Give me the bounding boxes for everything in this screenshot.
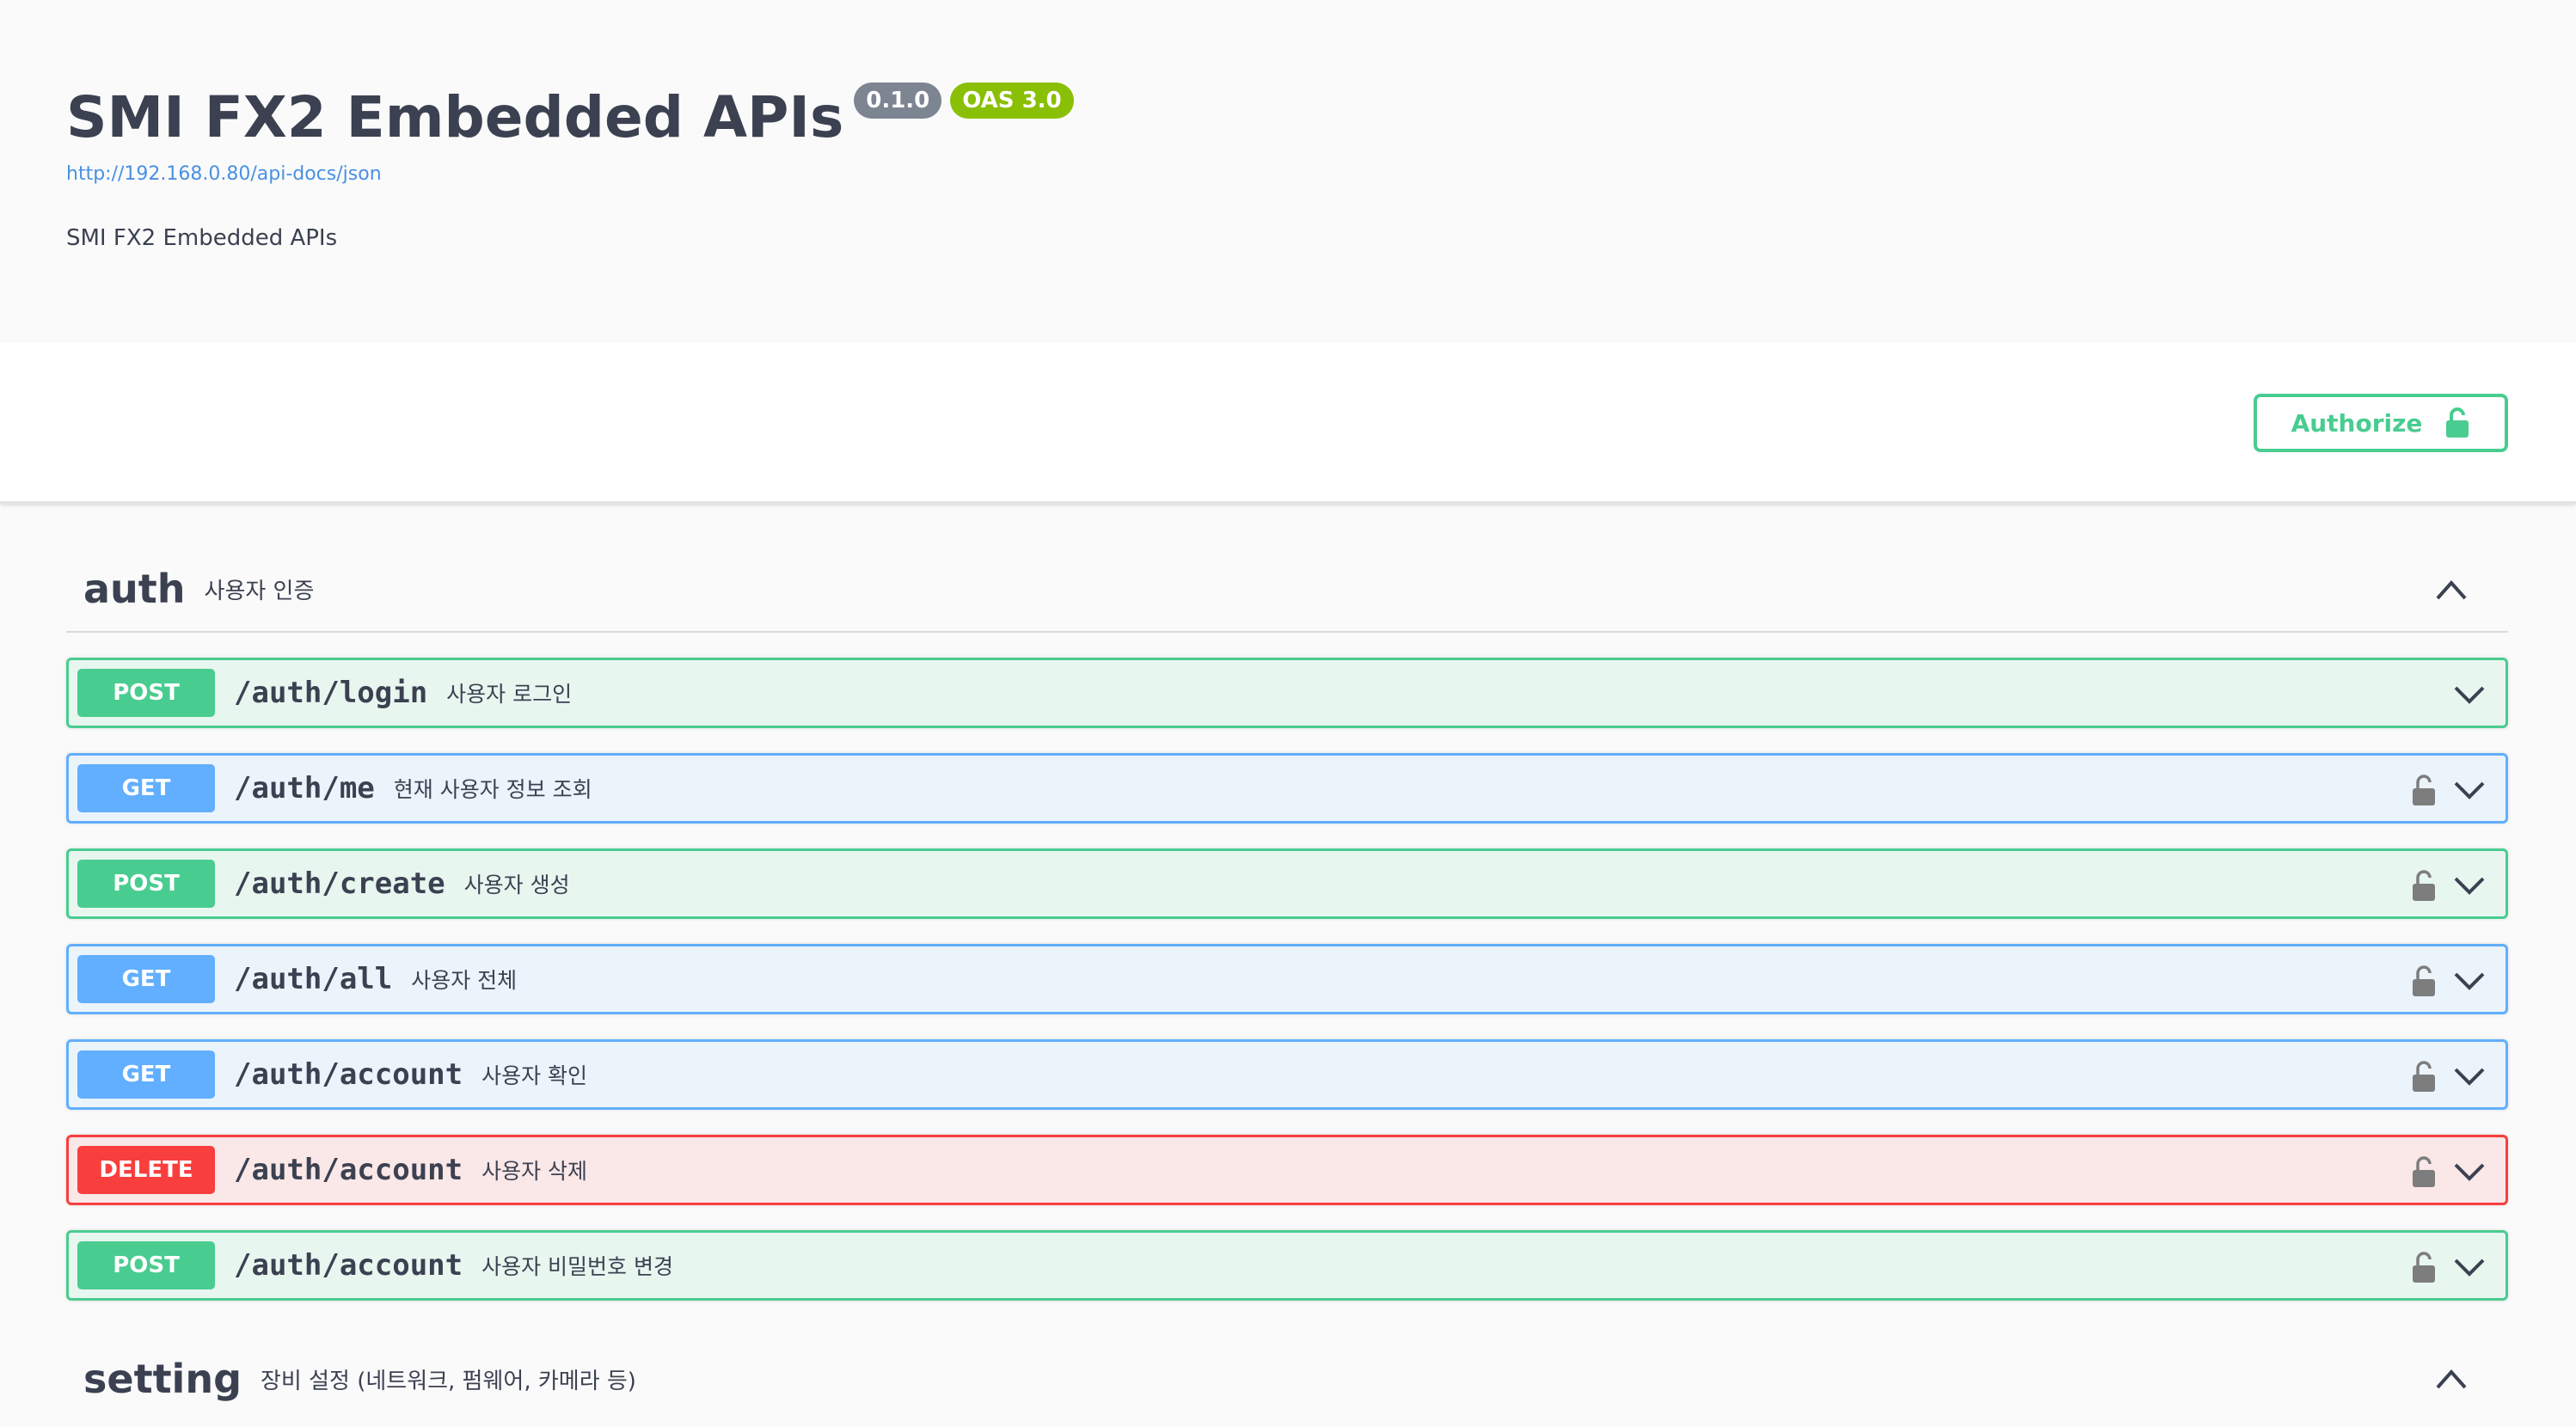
- op-post-auth-login[interactable]: POST /auth/login 사용자 로그인: [66, 658, 2508, 728]
- api-info: SMI FX2 Embedded APIs 0.1.0 OAS 3.0 http…: [0, 0, 2576, 342]
- op-path: /auth/me: [234, 771, 375, 805]
- chevron-down-icon[interactable]: [2452, 1253, 2487, 1281]
- tag-description: 장비 설정 (네트워크, 펌웨어, 카메라 등): [261, 1368, 636, 1394]
- unlock-icon[interactable]: [2411, 868, 2437, 903]
- op-summary: 사용자 전체: [411, 968, 518, 993]
- chevron-down-icon[interactable]: [2452, 872, 2487, 899]
- op-summary: 사용자 삭제: [481, 1159, 588, 1184]
- version-badge: 0.1.0: [854, 83, 942, 119]
- chevron-up-icon[interactable]: [2434, 1363, 2469, 1394]
- unlock-icon[interactable]: [2411, 964, 2437, 998]
- chevron-down-icon[interactable]: [2452, 1063, 2487, 1090]
- method-badge: DELETE: [77, 1146, 215, 1194]
- spec-url-link[interactable]: http://192.168.0.80/api-docs/json: [66, 163, 382, 185]
- tag-name: auth: [83, 566, 186, 612]
- unlock-icon[interactable]: [2411, 1250, 2437, 1284]
- op-path: /auth/account: [234, 1248, 463, 1283]
- unlock-icon[interactable]: [2411, 1154, 2437, 1189]
- page-title: SMI FX2 Embedded APIs: [66, 84, 844, 150]
- method-badge: POST: [77, 1241, 215, 1289]
- op-summary: 사용자 비밀번호 변경: [481, 1254, 674, 1279]
- chevron-down-icon[interactable]: [2452, 967, 2487, 995]
- api-description: SMI FX2 Embedded APIs: [66, 225, 338, 251]
- tag-auth[interactable]: auth 사용자 인증: [66, 547, 2508, 633]
- op-summary: 사용자 로그인: [446, 682, 573, 707]
- scheme-container: Authorize: [0, 342, 2576, 504]
- oas-badge: OAS 3.0: [950, 83, 1074, 119]
- method-badge: GET: [77, 764, 215, 812]
- unlock-icon[interactable]: [2411, 773, 2437, 807]
- method-badge: GET: [77, 1050, 215, 1099]
- op-path: /auth/account: [234, 1153, 463, 1187]
- tag-setting[interactable]: setting 장비 설정 (네트워크, 펌웨어, 카메라 등): [66, 1336, 2508, 1422]
- op-path: /auth/login: [234, 676, 428, 710]
- op-post-auth-create[interactable]: POST /auth/create 사용자 생성: [66, 848, 2508, 919]
- unlock-icon[interactable]: [2411, 1059, 2437, 1093]
- op-path: /auth/create: [234, 867, 445, 901]
- op-get-auth-account[interactable]: GET /auth/account 사용자 확인: [66, 1039, 2508, 1110]
- op-delete-auth-account[interactable]: DELETE /auth/account 사용자 삭제: [66, 1135, 2508, 1205]
- tag-description: 사용자 인증: [204, 578, 315, 604]
- chevron-down-icon[interactable]: [2452, 776, 2487, 804]
- op-path: /auth/account: [234, 1057, 463, 1092]
- chevron-up-icon[interactable]: [2434, 574, 2469, 605]
- op-summary: 사용자 확인: [481, 1063, 588, 1088]
- tag-name: setting: [83, 1356, 242, 1402]
- op-summary: 사용자 생성: [463, 873, 570, 897]
- method-badge: GET: [77, 955, 215, 1003]
- chevron-down-icon[interactable]: [2452, 681, 2487, 708]
- op-get-auth-all[interactable]: GET /auth/all 사용자 전체: [66, 944, 2508, 1014]
- unlock-icon: [2446, 407, 2469, 438]
- op-post-auth-account[interactable]: POST /auth/account 사용자 비밀번호 변경: [66, 1230, 2508, 1301]
- title-row: SMI FX2 Embedded APIs 0.1.0 OAS 3.0: [66, 79, 1074, 156]
- chevron-down-icon[interactable]: [2452, 1158, 2487, 1185]
- op-path: /auth/all: [234, 962, 393, 996]
- method-badge: POST: [77, 860, 215, 908]
- method-badge: POST: [77, 669, 215, 717]
- authorize-button[interactable]: Authorize: [2254, 394, 2508, 452]
- op-summary: 현재 사용자 정보 조회: [393, 777, 592, 802]
- authorize-label: Authorize: [2291, 408, 2423, 438]
- op-get-auth-me[interactable]: GET /auth/me 현재 사용자 정보 조회: [66, 753, 2508, 824]
